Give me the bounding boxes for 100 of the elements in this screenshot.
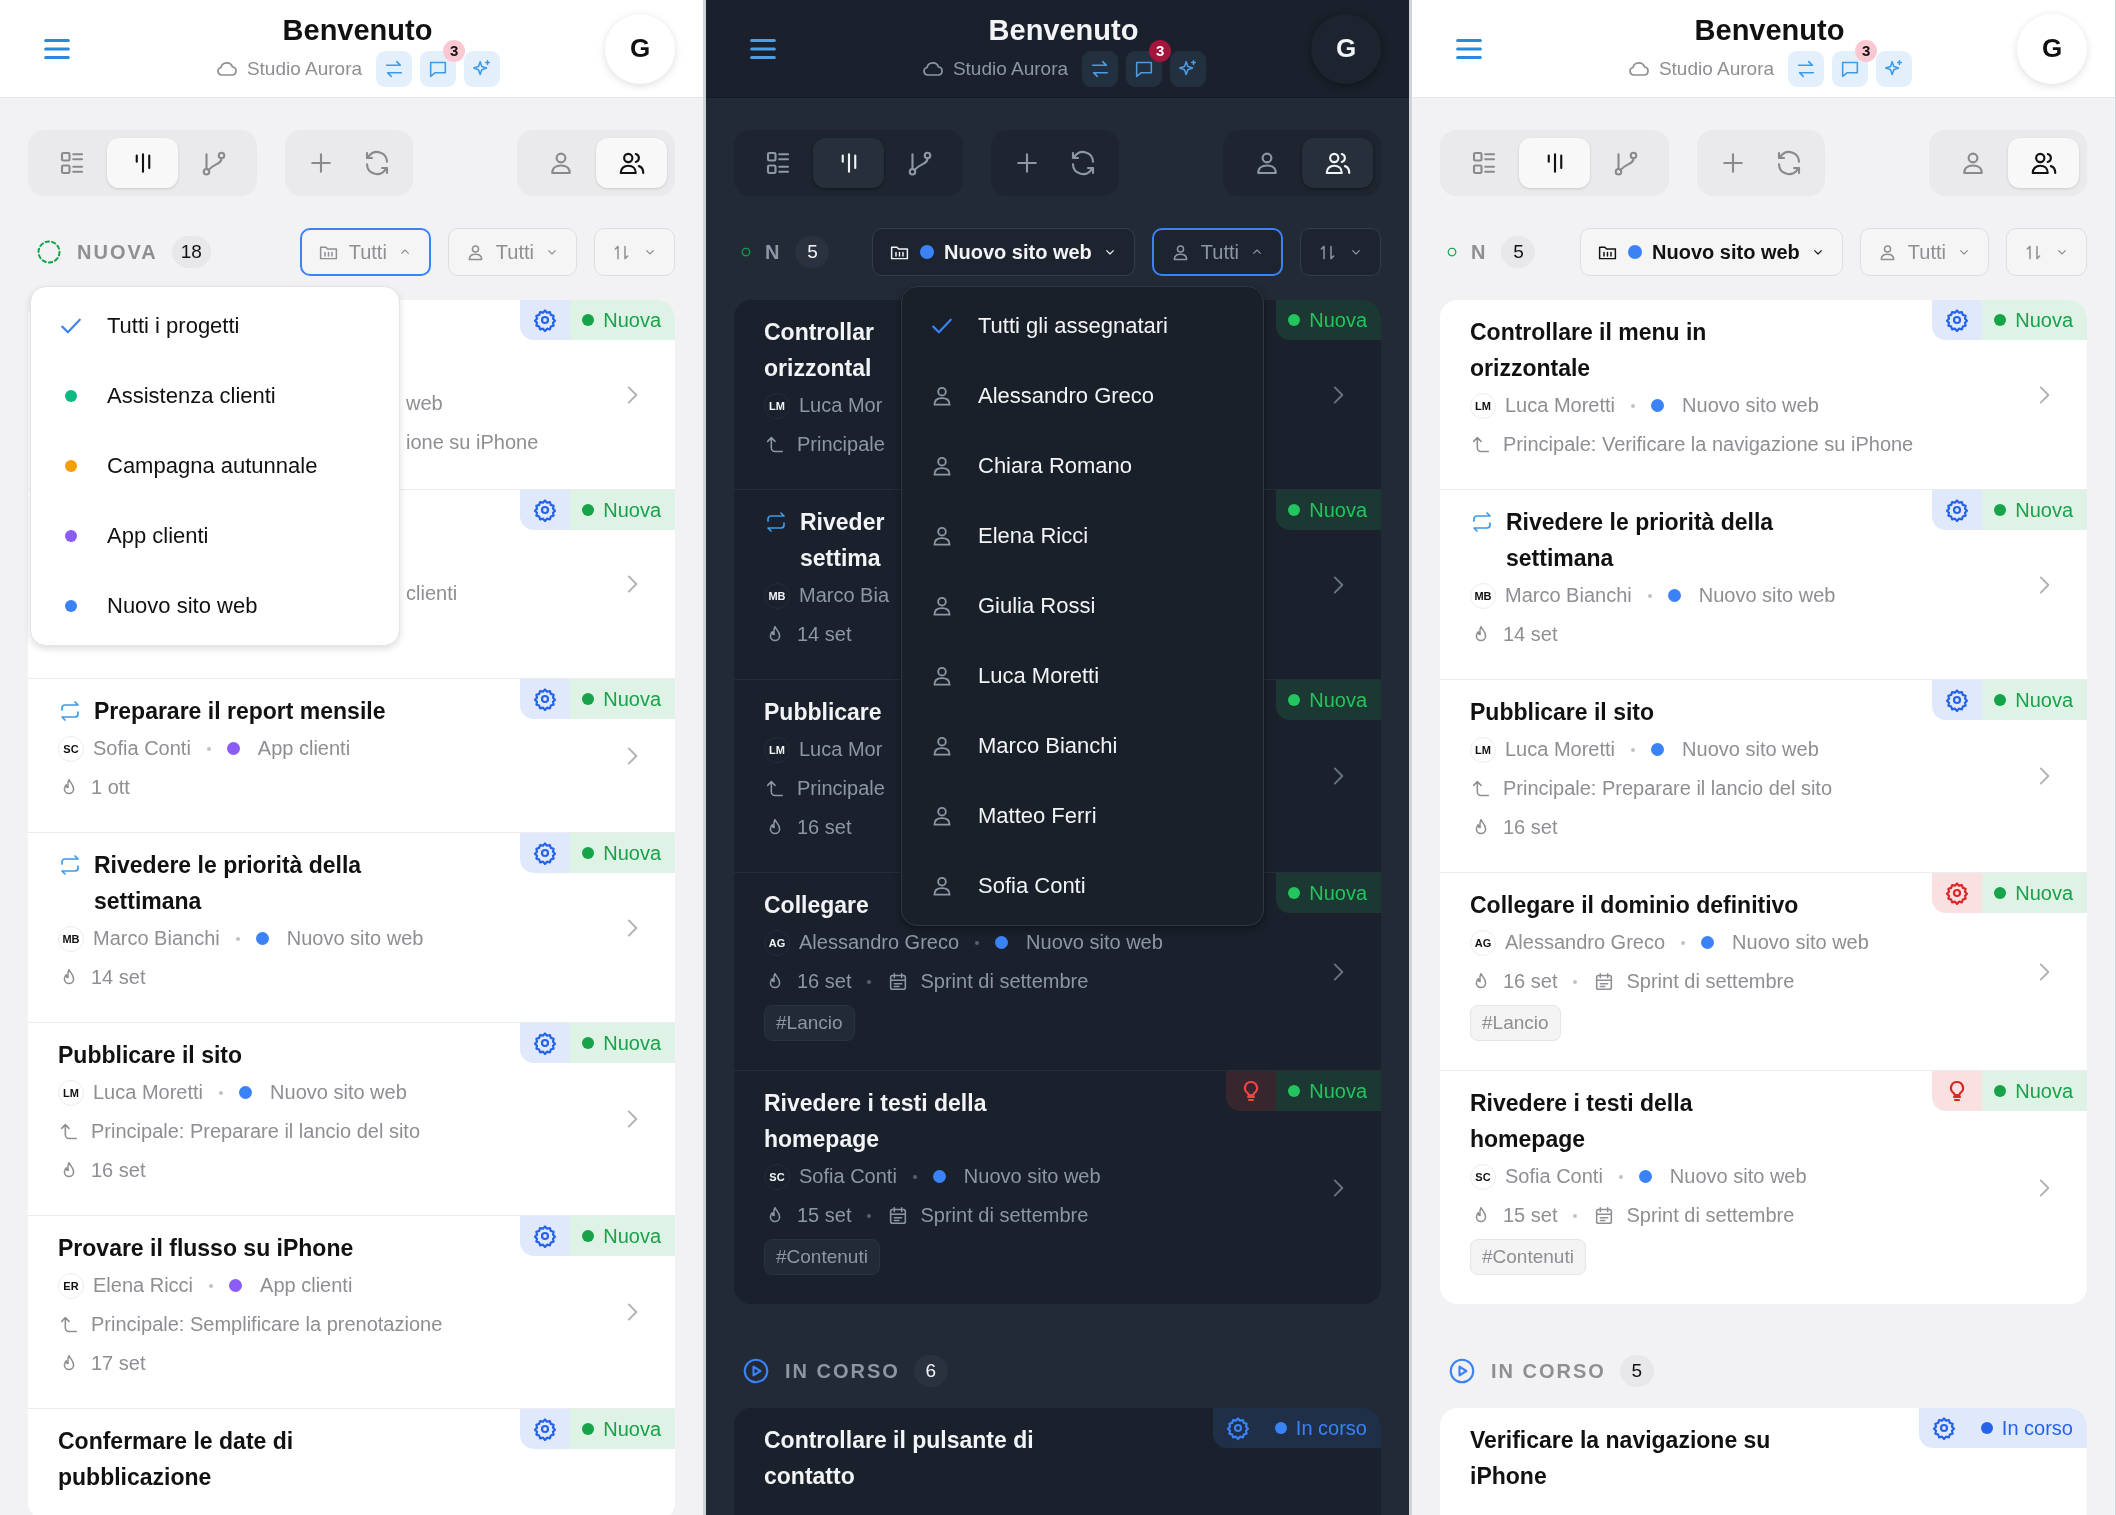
project-name: Nuovo sito web bbox=[1026, 931, 1163, 954]
separator-dot bbox=[209, 1283, 214, 1288]
tag-chip: #Lancio bbox=[1470, 1005, 1561, 1041]
people-button[interactable] bbox=[2008, 138, 2079, 188]
separator-dot bbox=[1631, 403, 1636, 408]
separator-dot bbox=[1681, 940, 1686, 945]
project-name: App clienti bbox=[257, 737, 351, 760]
assignee-avatar: LM bbox=[1470, 736, 1496, 763]
columns-button[interactable] bbox=[1519, 138, 1590, 188]
assignee-name: Alessandro Greco bbox=[799, 931, 960, 954]
status-label: Nuova bbox=[603, 1417, 661, 1441]
tag-chip: #Contenuti bbox=[764, 1239, 880, 1275]
project-name: Nuovo sito web bbox=[963, 1165, 1101, 1188]
project-name: Nuovo sito web bbox=[1732, 931, 1869, 954]
swap-button[interactable] bbox=[1788, 50, 1825, 87]
assignee-name: Sofia Conti bbox=[799, 1165, 897, 1188]
status-label: Nuova bbox=[2015, 1079, 2073, 1103]
due-date: 14 set bbox=[91, 966, 146, 989]
menu-item[interactable]: Matteo Ferri bbox=[902, 781, 1263, 851]
task-title: Controllar orizzontal bbox=[764, 318, 874, 383]
separator-dot bbox=[1647, 593, 1652, 598]
parent-task-text: Principale: Preparare il lancio del sito bbox=[1503, 777, 1833, 800]
due-date: 15 set bbox=[797, 1204, 852, 1227]
sort-button[interactable] bbox=[1300, 228, 1381, 276]
count-badge: 5 bbox=[1501, 236, 1536, 268]
project-filter[interactable]: Nuovo sito web bbox=[1580, 228, 1843, 276]
task-title: Provare il flusso su iPhone bbox=[58, 1234, 354, 1263]
due-date: 16 set bbox=[1503, 816, 1558, 839]
assignee-avatar: LM bbox=[1470, 392, 1496, 419]
menu-item[interactable]: Marco Bianchi bbox=[902, 711, 1263, 781]
columns-button[interactable] bbox=[813, 138, 884, 188]
due-date: 14 set bbox=[797, 623, 852, 646]
task-title: Pubblicare bbox=[764, 698, 882, 727]
status-label: Nuova bbox=[1309, 498, 1367, 522]
task-title: Pubblicare il sito bbox=[1470, 698, 1655, 727]
sprint-name: Sprint di settembre bbox=[1626, 970, 1795, 993]
menu-item[interactable]: Assistenza clienti bbox=[31, 361, 399, 431]
project-filter[interactable]: Nuovo sito web bbox=[872, 228, 1135, 276]
menu-item[interactable]: Elena Ricci bbox=[902, 501, 1263, 571]
status-label: In corso bbox=[2001, 1416, 2073, 1440]
task-title: Riveder settima bbox=[800, 508, 885, 573]
profile-avatar[interactable]: G bbox=[2017, 13, 2087, 84]
menu-item[interactable]: Alessandro Greco bbox=[902, 361, 1263, 431]
status-label: Nuova bbox=[603, 308, 661, 332]
profile-avatar[interactable]: G bbox=[1311, 13, 1381, 84]
task-title: Rivedere i testi della homepage bbox=[1470, 1089, 1694, 1154]
assignee-name: Marco Bianchi bbox=[93, 927, 220, 950]
status-label: Nuova bbox=[1309, 308, 1367, 332]
task-title: Controllare il menu in orizzontale bbox=[1470, 318, 1708, 383]
separator-dot bbox=[867, 979, 872, 984]
status-label: Nuova bbox=[2015, 881, 2073, 905]
column-title: N bbox=[1471, 240, 1488, 264]
separator-dot bbox=[912, 1174, 917, 1179]
menu-item[interactable]: Luca Moretti bbox=[902, 641, 1263, 711]
people-button[interactable] bbox=[596, 138, 667, 188]
menu-item[interactable]: Chiara Romano bbox=[902, 431, 1263, 501]
sprint-name: Sprint di settembre bbox=[920, 970, 1089, 993]
parent-task-text: Principale bbox=[797, 777, 885, 800]
assignee-avatar: LM bbox=[764, 392, 790, 419]
assignee-avatar: SC bbox=[1470, 1163, 1496, 1190]
task-title: Rivedere le priorità della settimana bbox=[94, 851, 363, 916]
play-icon bbox=[741, 1356, 771, 1386]
due-date: 16 set bbox=[1503, 970, 1558, 993]
section-title: IN CORSO bbox=[785, 1359, 900, 1383]
assistant-button[interactable] bbox=[1876, 50, 1913, 87]
task-detail-text: clienti bbox=[406, 582, 458, 605]
tag-chip: #Contenuti bbox=[1470, 1239, 1586, 1275]
assistant-button[interactable] bbox=[464, 50, 501, 87]
assignee-filter[interactable]: Tutti bbox=[1151, 228, 1283, 276]
menu-item[interactable]: Tutti i progetti bbox=[31, 291, 399, 361]
menu-item[interactable]: Giulia Rossi bbox=[902, 571, 1263, 641]
assignee-avatar: MB bbox=[764, 582, 790, 609]
menu-item[interactable]: App clienti bbox=[31, 501, 399, 571]
columns-button[interactable] bbox=[107, 138, 178, 188]
menu-item[interactable]: Tutti gli assegnatari bbox=[902, 291, 1263, 361]
separator-dot bbox=[1573, 1213, 1578, 1218]
assignee-name: Marco Bia bbox=[799, 584, 890, 607]
assignee-avatar: LM bbox=[764, 736, 790, 763]
menu-item[interactable]: Nuovo sito web bbox=[31, 571, 399, 641]
parent-task-text: Principale: Preparare il lancio del sito bbox=[91, 1120, 421, 1143]
due-date: 17 set bbox=[91, 1352, 146, 1375]
tag-chip: #Lancio bbox=[764, 1005, 855, 1041]
menu-item[interactable]: Campagna autunnale bbox=[31, 431, 399, 501]
profile-avatar[interactable]: G bbox=[605, 13, 675, 84]
status-label: Nuova bbox=[1309, 1079, 1367, 1103]
separator-dot bbox=[219, 1090, 224, 1095]
count-badge: 18 bbox=[171, 236, 211, 268]
column-title: N bbox=[765, 240, 782, 264]
assignee-avatar: MB bbox=[58, 925, 84, 952]
section-title: IN CORSO bbox=[1491, 1359, 1606, 1383]
people-button[interactable] bbox=[1302, 138, 1373, 188]
parent-task-text: Principale: Verificare la navigazione su iPhone bbox=[1503, 433, 1914, 456]
swap-button[interactable] bbox=[1082, 50, 1119, 87]
assistant-button[interactable] bbox=[1170, 50, 1207, 87]
assignee-name: Luca Mor bbox=[799, 738, 883, 761]
status-label: Nuova bbox=[603, 1224, 661, 1248]
menu-item[interactable]: Sofia Conti bbox=[902, 851, 1263, 921]
separator-dot bbox=[1618, 1174, 1623, 1179]
project-name: Nuovo sito web bbox=[286, 927, 424, 950]
swap-button[interactable] bbox=[376, 50, 413, 87]
